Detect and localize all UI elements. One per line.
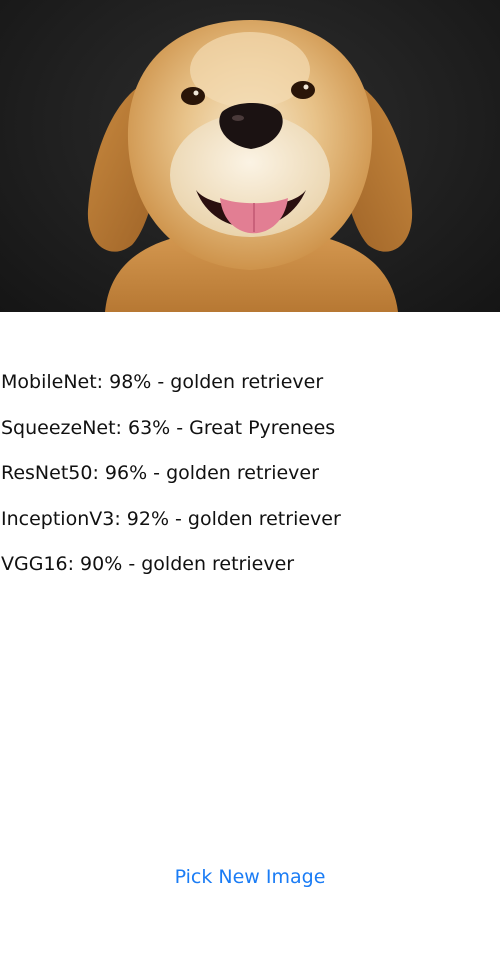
result-vgg16: VGG16: 90% - golden retriever	[1, 553, 295, 575]
screen: MobileNet: 98% - golden retriever Squeez…	[0, 0, 500, 953]
result-squeezenet: SqueezeNet: 63% - Great Pyrenees	[1, 416, 336, 439]
result-inceptionv3: InceptionV3: 92% - golden retriever	[1, 507, 341, 530]
result-resnet50: ResNet50: 96% - golden retriever	[1, 462, 319, 484]
golden-retriever-image	[87, 20, 413, 312]
results-list: MobileNet: 98% - golden retriever Squeez…	[1, 367, 499, 595]
dog-photo	[0, 0, 500, 312]
pick-new-image-button[interactable]: Pick New Image	[0, 862, 500, 892]
result-mobilenet: MobileNet: 98% - golden retriever	[1, 371, 324, 393]
